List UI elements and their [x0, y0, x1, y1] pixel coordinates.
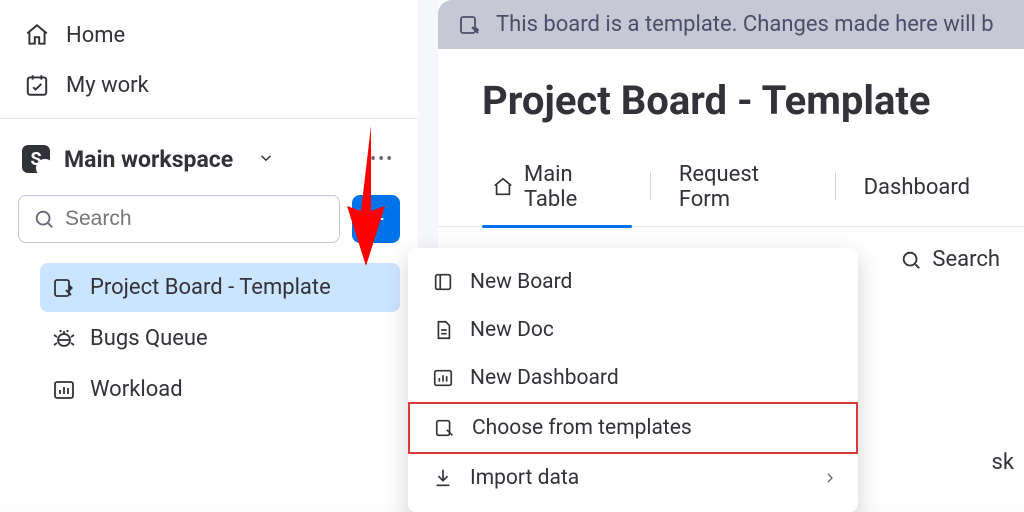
tab-dashboard[interactable]: Dashboard: [854, 169, 980, 214]
board-item-project-template[interactable]: Project Board - Template: [40, 263, 400, 312]
sidebar-divider: [0, 118, 418, 119]
board-search-label: Search: [932, 247, 1000, 272]
sidebar: Home My work S Main workspace •••: [0, 0, 418, 505]
board-list: Project Board - Template Bugs Queue Work…: [12, 263, 406, 414]
workspace-selector[interactable]: S Main workspace •••: [12, 133, 406, 185]
tab-label: Dashboard: [864, 175, 970, 200]
menu-new-doc[interactable]: New Doc: [408, 306, 858, 354]
tab-label: Request Form: [679, 162, 807, 212]
tab-label: Main Table: [524, 162, 622, 212]
doc-icon: [432, 319, 454, 341]
menu-label: Import data: [470, 466, 579, 490]
home-icon: [492, 176, 514, 198]
chevron-right-icon: [822, 470, 838, 486]
nav-mywork[interactable]: My work: [12, 60, 406, 110]
menu-new-board[interactable]: New Board: [408, 258, 858, 306]
chevron-down-icon: [257, 149, 277, 169]
import-icon: [432, 467, 454, 489]
tab-main-table[interactable]: Main Table: [482, 156, 632, 226]
menu-label: New Board: [470, 270, 572, 294]
tab-request-form[interactable]: Request Form: [669, 156, 817, 226]
board-title: Project Board - Template: [438, 49, 1024, 132]
menu-choose-templates[interactable]: Choose from templates: [408, 402, 858, 454]
home-icon: [24, 22, 50, 48]
bug-icon: [52, 327, 76, 351]
nav-home-label: Home: [66, 23, 125, 48]
sidebar-search-input[interactable]: [65, 207, 325, 231]
menu-label: Choose from templates: [472, 416, 692, 440]
template-banner: This board is a template. Changes made h…: [438, 0, 1024, 49]
template-icon: [52, 276, 76, 300]
sidebar-search[interactable]: [18, 195, 340, 243]
chart-icon: [52, 378, 76, 402]
menu-new-dashboard[interactable]: New Dashboard: [408, 354, 858, 402]
tab-divider: [835, 172, 836, 200]
search-icon: [33, 208, 55, 230]
dashboard-icon: [432, 367, 454, 389]
add-dropdown-menu: New Board New Doc New Dashboard Choose f…: [408, 248, 858, 512]
board-item-label: Bugs Queue: [90, 326, 208, 351]
calendar-check-icon: [24, 72, 50, 98]
plus-icon: [365, 208, 387, 230]
template-icon: [458, 13, 482, 37]
board-item-bugs-queue[interactable]: Bugs Queue: [40, 314, 400, 363]
board-item-workload[interactable]: Workload: [40, 365, 400, 414]
workspace-name: Main workspace: [64, 146, 233, 173]
search-icon: [900, 249, 922, 271]
template-icon: [434, 417, 456, 439]
tab-divider: [650, 172, 651, 200]
menu-import-data[interactable]: Import data: [408, 454, 858, 502]
truncated-text: sk: [991, 450, 1014, 475]
add-button[interactable]: [352, 195, 400, 243]
board-item-label: Project Board - Template: [90, 275, 331, 300]
board-icon: [432, 271, 454, 293]
view-tabs: Main Table Request Form Dashboard: [438, 156, 1024, 226]
board-item-label: Workload: [90, 377, 183, 402]
more-options-icon[interactable]: •••: [370, 149, 396, 170]
menu-label: New Doc: [470, 318, 554, 342]
template-banner-text: This board is a template. Changes made h…: [496, 12, 994, 37]
nav-mywork-label: My work: [66, 73, 149, 98]
nav-home[interactable]: Home: [12, 10, 406, 60]
board-search[interactable]: Search: [900, 247, 1000, 272]
menu-label: New Dashboard: [470, 366, 619, 390]
workspace-badge-icon: S: [22, 145, 50, 173]
